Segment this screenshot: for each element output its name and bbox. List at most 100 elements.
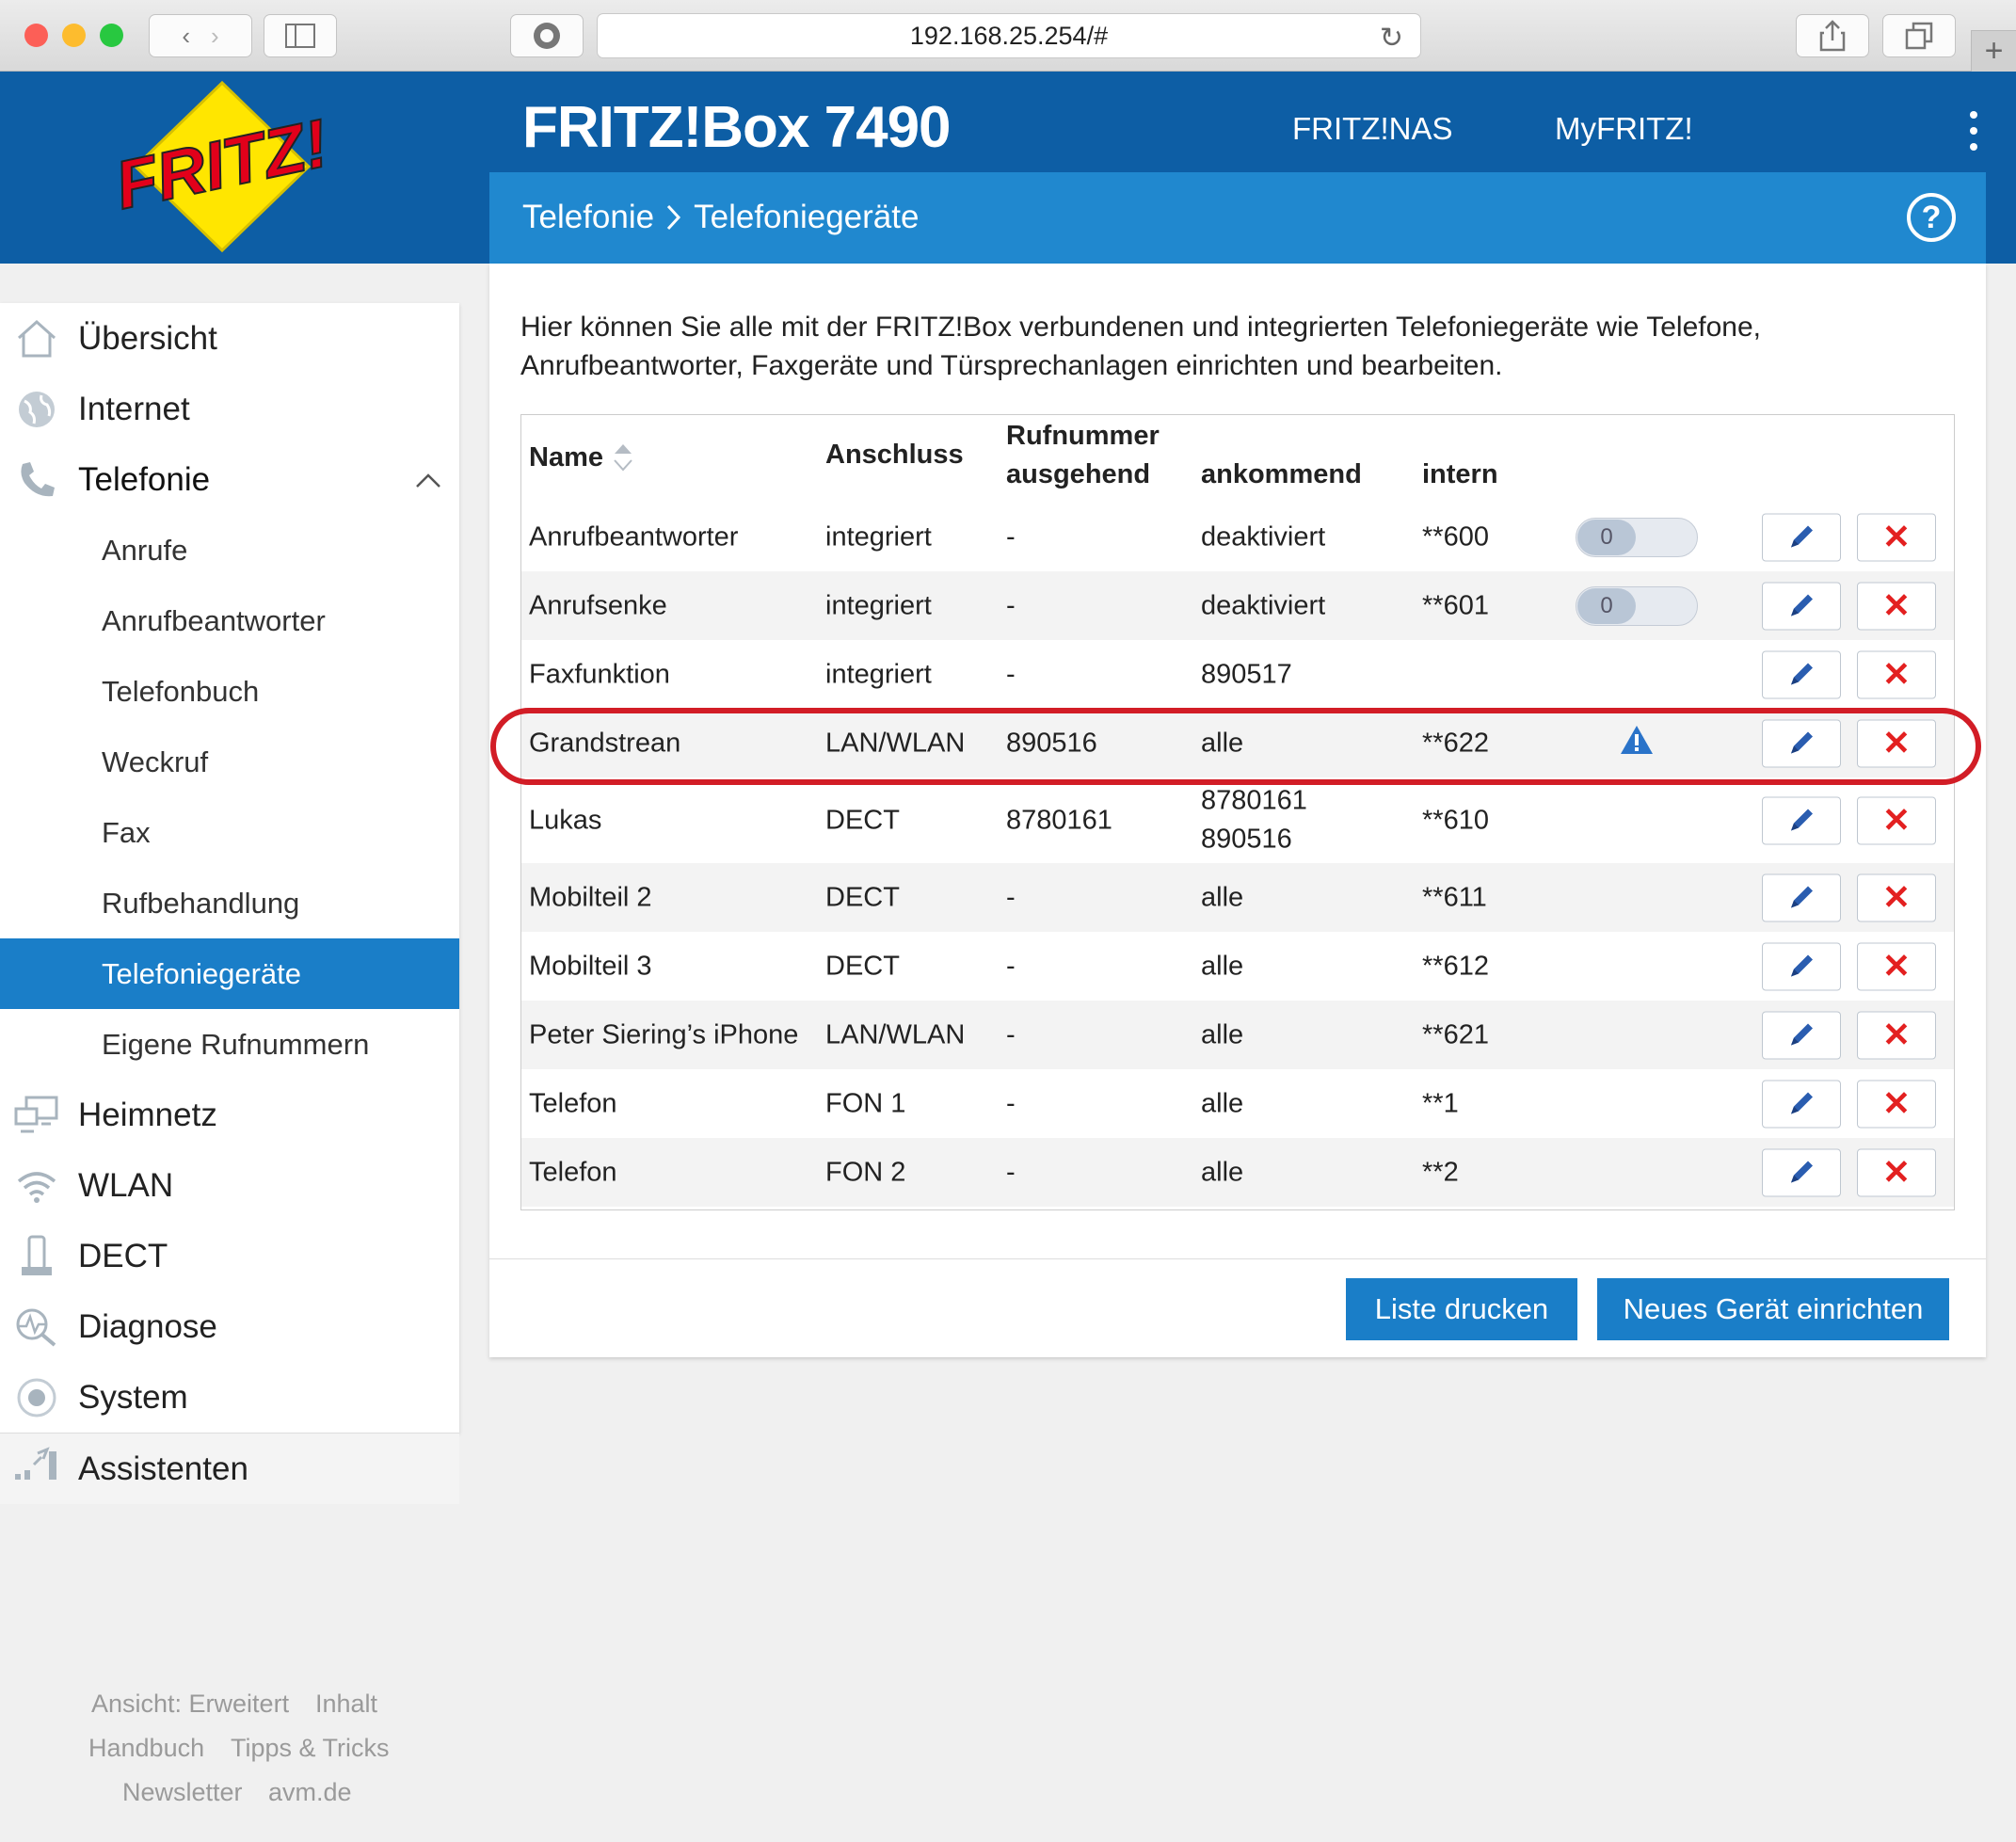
toggle-knob: 0 — [1577, 519, 1636, 555]
delete-button[interactable]: ✕ — [1857, 650, 1936, 698]
myfritz-link[interactable]: MyFRITZ! — [1555, 111, 1693, 147]
sidebar-item-label: Telefonie — [78, 460, 211, 498]
delete-button[interactable]: ✕ — [1857, 873, 1936, 921]
cell-anschluss: DECT — [825, 805, 900, 835]
minimize-window-button[interactable] — [62, 24, 86, 47]
breadcrumb-section[interactable]: Telefonie — [522, 199, 654, 236]
footer-link-ansicht[interactable]: Ansicht: Erweitert — [91, 1690, 289, 1719]
edit-button[interactable] — [1762, 942, 1841, 990]
sidebar-toggle-button[interactable] — [264, 14, 337, 57]
sort-icon[interactable] — [611, 440, 635, 475]
sidebar-item-system[interactable]: System — [0, 1362, 459, 1433]
delete-button[interactable]: ✕ — [1857, 513, 1936, 561]
edit-button[interactable] — [1762, 582, 1841, 630]
sidebar-sub-label: Eigene Rufnummern — [102, 1027, 370, 1061]
cell-ausgehend: - — [1006, 659, 1016, 689]
cell-ankommend: 8780161 — [1201, 785, 1307, 816]
chevron-up-icon[interactable] — [414, 471, 442, 489]
cell-intern: **600 — [1422, 521, 1489, 552]
sidebar-item-dect[interactable]: DECT — [0, 1221, 459, 1291]
print-list-button[interactable]: Liste drucken — [1346, 1278, 1577, 1340]
sidebar-sub-label: Weckruf — [102, 745, 209, 778]
sidebar-item-internet[interactable]: Internet — [0, 374, 459, 444]
sidebar-sub-label: Rufbehandlung — [102, 886, 300, 920]
sidebar-sub-fax[interactable]: Fax — [0, 797, 459, 868]
sidebar-sub-weckruf[interactable]: Weckruf — [0, 727, 459, 797]
delete-button[interactable]: ✕ — [1857, 796, 1936, 844]
footer-link-inhalt[interactable]: Inhalt — [315, 1690, 377, 1719]
delete-button[interactable]: ✕ — [1857, 1148, 1936, 1196]
column-header-ankommend[interactable]: ankommend — [1201, 459, 1362, 490]
sidebar-item-wlan[interactable]: WLAN — [0, 1150, 459, 1221]
help-icon[interactable]: ? — [1907, 193, 1956, 242]
edit-button[interactable] — [1762, 650, 1841, 698]
highlight-annotation — [490, 708, 1981, 785]
close-window-button[interactable] — [24, 24, 48, 47]
cell-ankommend: alle — [1201, 951, 1244, 981]
sidebar-item-assistenten[interactable]: Assistenten — [0, 1433, 459, 1504]
privacy-button[interactable] — [510, 14, 584, 57]
sidebar-item-uebersicht[interactable]: Übersicht — [0, 303, 459, 374]
sidebar-sub-telefoniegeraete[interactable]: Telefoniegeräte — [0, 938, 459, 1009]
sidebar-sub-eigene-rufnummern[interactable]: Eigene Rufnummern — [0, 1009, 459, 1080]
cell-ausgehend: - — [1006, 1019, 1016, 1049]
sidebar-icon — [285, 24, 315, 48]
cell-ankommend: alle — [1201, 882, 1244, 912]
footer-link-tipps[interactable]: Tipps & Tricks — [231, 1734, 390, 1763]
new-device-button[interactable]: Neues Gerät einrichten — [1597, 1278, 1949, 1340]
fritznas-link[interactable]: FRITZ!NAS — [1292, 111, 1453, 147]
footer-link-handbuch[interactable]: Handbuch — [88, 1734, 204, 1763]
share-button[interactable] — [1796, 14, 1869, 57]
footer-link-newsletter[interactable]: Newsletter — [122, 1778, 243, 1807]
more-menu-icon[interactable] — [1967, 111, 1980, 151]
sidebar-item-telefonie[interactable]: Telefonie — [0, 444, 459, 515]
edit-button[interactable] — [1762, 513, 1841, 561]
address-bar[interactable]: 192.168.25.254/# ↻ — [597, 13, 1421, 58]
footer-link-avm[interactable]: avm.de — [268, 1778, 352, 1807]
delete-button[interactable]: ✕ — [1857, 582, 1936, 630]
back-icon[interactable]: ‹ — [182, 22, 211, 51]
table-row: Faxfunktion integriert - 890517 ✕ — [521, 640, 1954, 709]
sidebar-sub-rufbehandlung[interactable]: Rufbehandlung — [0, 868, 459, 938]
activation-toggle[interactable]: 0 — [1576, 517, 1698, 557]
sidebar: Übersicht Internet Telefonie Anrufe Anru… — [0, 303, 459, 1504]
pencil-icon — [1791, 886, 1813, 908]
pencil-icon — [1791, 525, 1813, 548]
cell-intern: **610 — [1422, 805, 1489, 835]
sidebar-sub-anrufe[interactable]: Anrufe — [0, 515, 459, 585]
assistant-icon — [13, 1446, 60, 1492]
edit-button[interactable] — [1762, 873, 1841, 921]
pencil-icon — [1791, 1023, 1813, 1046]
cell-ausgehend: - — [1006, 882, 1016, 912]
delete-icon: ✕ — [1881, 585, 1912, 625]
sidebar-sub-anrufbeantworter[interactable]: Anrufbeantworter — [0, 585, 459, 656]
activation-toggle[interactable]: 0 — [1576, 585, 1698, 626]
new-tab-button[interactable]: + — [1971, 30, 2016, 72]
reload-icon[interactable]: ↻ — [1380, 22, 1403, 55]
delete-button[interactable]: ✕ — [1857, 1080, 1936, 1128]
cell-name: Mobilteil 3 — [529, 951, 652, 981]
column-header-anschluss[interactable]: Anschluss — [825, 440, 964, 471]
sidebar-sub-telefonbuch[interactable]: Telefonbuch — [0, 656, 459, 727]
column-header-name[interactable]: Name — [529, 440, 635, 475]
delete-button[interactable]: ✕ — [1857, 942, 1936, 990]
column-header-intern[interactable]: intern — [1422, 459, 1498, 490]
edit-button[interactable] — [1762, 1148, 1841, 1196]
back-forward-buttons[interactable]: ‹ › — [149, 14, 252, 57]
chevron-right-icon — [667, 204, 681, 231]
cell-intern: **2 — [1422, 1157, 1459, 1187]
edit-button[interactable] — [1762, 1080, 1841, 1128]
edit-button[interactable] — [1762, 796, 1841, 844]
sidebar-item-diagnose[interactable]: Diagnose — [0, 1291, 459, 1362]
column-header-ausgehend[interactable]: ausgehend — [1006, 459, 1150, 490]
tabs-button[interactable] — [1882, 14, 1956, 57]
sidebar-item-label: Diagnose — [78, 1307, 217, 1345]
fritz-logo[interactable]: FRITZ! — [100, 79, 344, 254]
forward-icon[interactable]: › — [211, 22, 219, 51]
sidebar-item-heimnetz[interactable]: Heimnetz — [0, 1080, 459, 1150]
delete-button[interactable]: ✕ — [1857, 1011, 1936, 1059]
edit-button[interactable] — [1762, 1011, 1841, 1059]
cell-ankommend: deaktiviert — [1201, 521, 1326, 552]
zoom-window-button[interactable] — [100, 24, 123, 47]
sidebar-item-label: Heimnetz — [78, 1096, 217, 1133]
